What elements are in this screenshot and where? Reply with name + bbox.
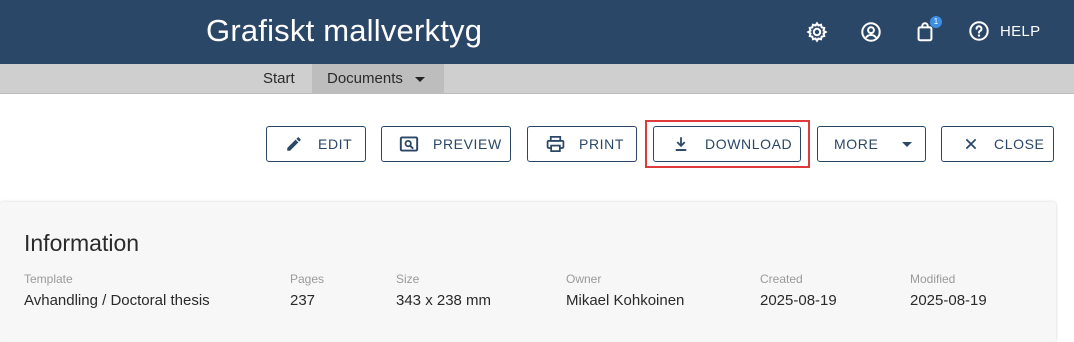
close-icon [961, 134, 981, 154]
caret-down-icon [414, 76, 425, 82]
print-label: PRINT [579, 136, 624, 152]
information-title: Information [24, 230, 140, 256]
cart-icon[interactable]: 1 [913, 16, 942, 44]
cart-badge: 1 [930, 16, 942, 28]
caret-down-icon [902, 141, 913, 147]
preview-label: PREVIEW [433, 136, 502, 152]
modified-value: 2025-08-19 [910, 292, 987, 309]
preview-icon [399, 134, 419, 154]
download-highlight [645, 120, 810, 168]
information-card [0, 202, 1056, 342]
close-button[interactable]: CLOSE [941, 126, 1054, 162]
modified-label: Modified [910, 272, 956, 286]
account-icon[interactable] [859, 20, 883, 44]
more-label: MORE [834, 136, 879, 152]
size-value: 343 x 238 mm [396, 292, 492, 309]
template-value: Avhandling / Doctoral thesis [24, 292, 210, 309]
more-button[interactable]: MORE [817, 126, 926, 162]
created-value: 2025-08-19 [760, 292, 837, 309]
preview-button[interactable]: PREVIEW [381, 126, 511, 162]
owner-value: Mikael Kohkoinen [566, 292, 685, 309]
printer-icon [545, 134, 565, 154]
edit-label: EDIT [318, 136, 353, 152]
template-label: Template [24, 272, 73, 286]
nav-item-documents[interactable]: Documents [312, 64, 444, 94]
size-label: Size [396, 272, 420, 286]
help-label: HELP [1000, 22, 1041, 40]
app-title: Grafiskt mallverktyg [206, 13, 483, 48]
gear-icon[interactable] [805, 20, 829, 44]
owner-label: Owner [566, 272, 602, 286]
pages-value: 237 [290, 292, 316, 309]
close-label: CLOSE [994, 136, 1045, 152]
nav-bar: Start Documents [0, 64, 1074, 94]
created-label: Created [760, 272, 803, 286]
app-header: Grafiskt mallverktyg 1 HELP [0, 0, 1074, 64]
print-button[interactable]: PRINT [527, 126, 637, 162]
help-icon [968, 20, 990, 42]
nav-item-start[interactable]: Start [248, 64, 310, 94]
nav-item-documents-label: Documents [327, 70, 403, 87]
pencil-icon [284, 134, 304, 154]
edit-button[interactable]: EDIT [266, 126, 366, 162]
help-button[interactable]: HELP [968, 20, 1040, 42]
pages-label: Pages [290, 272, 325, 286]
